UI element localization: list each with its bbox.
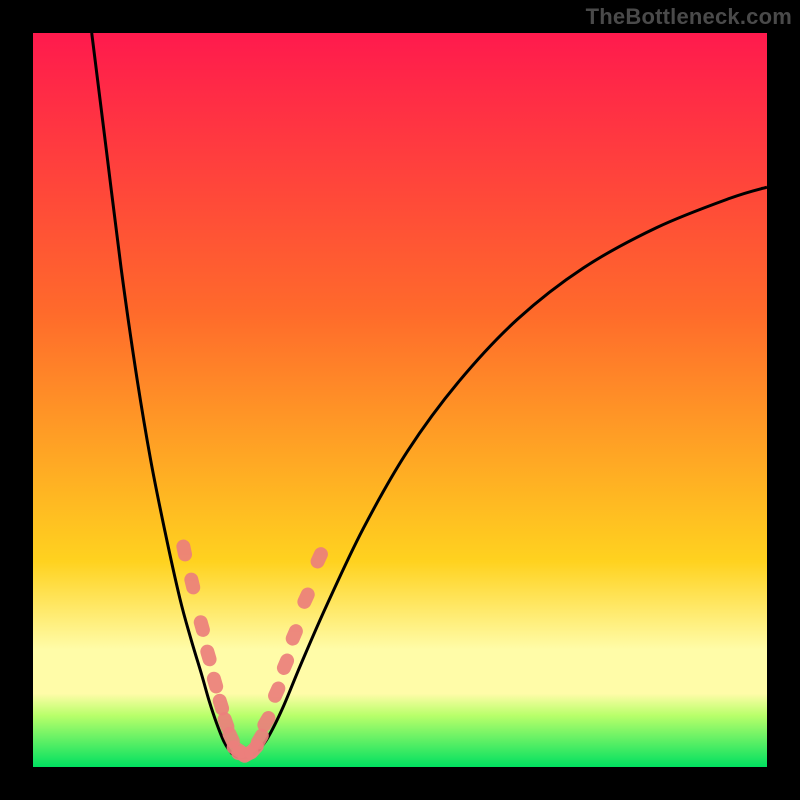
chart-frame: TheBottleneck.com — [0, 0, 800, 800]
plot-svg — [33, 33, 767, 767]
plot-area — [33, 33, 767, 767]
gradient-background — [33, 33, 767, 767]
watermark-text: TheBottleneck.com — [586, 4, 792, 30]
